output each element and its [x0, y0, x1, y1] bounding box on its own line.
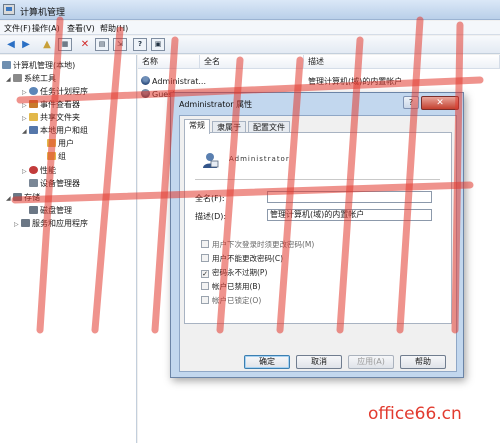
- tree-item-device-manager[interactable]: 设备管理器: [29, 178, 80, 189]
- expand-arrow-icon[interactable]: ▷: [22, 166, 29, 177]
- general-tab-panel: Administrator 全名(F): 描述(D): 管理计算机(域)的内置帐…: [184, 132, 452, 324]
- collapse-arrow-icon[interactable]: ◢: [6, 74, 13, 85]
- console-icon[interactable]: ▣: [151, 38, 165, 51]
- back-icon[interactable]: ◀: [4, 38, 18, 51]
- menu-file[interactable]: 文件(F): [4, 23, 31, 34]
- computer-icon: [2, 61, 11, 69]
- delete-icon[interactable]: ✕: [78, 38, 92, 51]
- show-hide-tree-icon[interactable]: ▦: [58, 38, 72, 51]
- checkbox-account-locked: 帐户已锁定(O): [201, 296, 261, 306]
- users-icon: [29, 126, 38, 134]
- dialog-help-button[interactable]: ?: [403, 96, 419, 109]
- navigation-tree: 计算机管理(本地) ◢ 系统工具 ▷ 任务计划程序 ▷ 事件查看器 ▷ 共享文件夹 ◢ 本…: [0, 55, 137, 443]
- log-icon: [29, 100, 38, 108]
- menu-help[interactable]: 帮助(H): [100, 23, 128, 34]
- title-bar: 计算机管理: [0, 0, 500, 20]
- checkbox-unchecked-icon[interactable]: [201, 282, 209, 290]
- dialog-body: 常规 隶属于 配置文件 Administrator 全名(F): 描述(D): …: [179, 115, 457, 372]
- tree-item-task-scheduler[interactable]: ▷ 任务计划程序: [22, 86, 88, 97]
- dialog-title: Administrator 属性: [179, 100, 253, 109]
- expand-arrow-icon[interactable]: ▷: [22, 87, 29, 98]
- user-account-icon: [203, 153, 219, 168]
- expand-arrow-icon[interactable]: ▷: [14, 219, 21, 230]
- checkbox-checked-icon[interactable]: ✓: [201, 270, 209, 278]
- row-name: Administrat...: [152, 77, 206, 86]
- folder-icon: [47, 139, 56, 147]
- properties-icon[interactable]: ▤: [95, 38, 109, 51]
- checkbox-password-never-expires[interactable]: ✓ 密码永不过期(P): [201, 268, 267, 278]
- tools-icon: [13, 74, 22, 82]
- tree-item-event-viewer[interactable]: ▷ 事件查看器: [22, 99, 80, 110]
- device-icon: [29, 179, 38, 187]
- description-input[interactable]: 管理计算机(域)的内置帐户: [267, 209, 432, 221]
- toolbar: ◀ ▶ ▲ ▦ ✕ ▤ ⇲ ? ▣: [0, 36, 500, 54]
- help-icon[interactable]: ?: [133, 38, 147, 51]
- description-label: 描述(D):: [195, 212, 227, 221]
- checkbox-unchecked-icon: [201, 240, 209, 248]
- tree-item-storage[interactable]: ◢ 存储: [6, 192, 40, 203]
- computer-management-icon: [3, 4, 15, 15]
- ok-button[interactable]: 确定: [244, 355, 290, 369]
- checkbox-change-password-next-logon: 用户下次登录时须更改密码(M): [201, 240, 314, 250]
- dialog-close-button[interactable]: ✕: [421, 96, 459, 110]
- checkbox-account-disabled[interactable]: 帐户已禁用(B): [201, 282, 261, 292]
- tree-item-system-tools[interactable]: ◢ 系统工具: [6, 73, 56, 84]
- tab-strip: 常规 隶属于 配置文件: [180, 119, 458, 134]
- fullname-input[interactable]: [267, 191, 432, 203]
- tree-item-groups[interactable]: 组: [47, 151, 66, 162]
- storage-icon: [13, 193, 22, 201]
- tree-item-performance[interactable]: ▷ 性能: [22, 165, 56, 176]
- folder-icon: [47, 152, 56, 160]
- account-username: Administrator: [229, 155, 290, 163]
- menu-bar: 文件(F) 操作(A) 查看(V) 帮助(H): [0, 21, 500, 35]
- tree-item-computer-management[interactable]: 计算机管理(本地): [2, 60, 75, 71]
- cancel-button[interactable]: 取消: [296, 355, 342, 369]
- administrator-properties-dialog: Administrator 属性 ? ✕ 常规 隶属于 配置文件 Adminis…: [170, 92, 464, 378]
- tree-item-services-apps[interactable]: ▷ 服务和应用程序: [14, 218, 88, 229]
- checkbox-cannot-change-password[interactable]: 用户不能更改密码(C): [201, 254, 283, 264]
- user-icon: [141, 76, 150, 85]
- performance-icon: [29, 166, 38, 174]
- folder-icon: [29, 113, 38, 121]
- forward-icon[interactable]: ▶: [19, 38, 33, 51]
- window-title: 计算机管理: [20, 8, 66, 18]
- disk-icon: [29, 206, 38, 214]
- expand-arrow-icon[interactable]: ▷: [22, 113, 29, 124]
- menu-action[interactable]: 操作(A): [32, 23, 60, 34]
- row-description: 管理计算机(域)的内置帐户: [308, 77, 403, 86]
- collapse-arrow-icon[interactable]: ◢: [6, 193, 13, 204]
- checkbox-unchecked-icon[interactable]: [201, 254, 209, 262]
- tree-item-users[interactable]: 用户: [47, 138, 74, 149]
- fullname-label: 全名(F):: [195, 194, 225, 203]
- divider: [195, 179, 440, 180]
- column-header-fullname[interactable]: 全名: [200, 55, 304, 69]
- up-folder-icon[interactable]: ▲: [40, 38, 54, 51]
- clock-icon: [29, 87, 38, 95]
- tree-item-disk-management[interactable]: 磁盘管理: [29, 205, 72, 216]
- checkbox-unchecked-icon: [201, 296, 209, 304]
- tree-item-shared-folders[interactable]: ▷ 共享文件夹: [22, 112, 80, 123]
- user-icon: [141, 89, 150, 98]
- expand-arrow-icon[interactable]: ▷: [22, 100, 29, 111]
- export-list-icon[interactable]: ⇲: [113, 38, 127, 51]
- column-header-name[interactable]: 名称: [138, 55, 200, 69]
- help-button[interactable]: 帮助: [400, 355, 446, 369]
- services-icon: [21, 219, 30, 227]
- tab-general[interactable]: 常规: [184, 119, 210, 134]
- apply-button[interactable]: 应用(A): [348, 355, 394, 369]
- menu-view[interactable]: 查看(V): [67, 23, 95, 34]
- tree-item-local-users-groups[interactable]: ◢ 本地用户和组: [22, 125, 88, 136]
- column-header-description[interactable]: 描述: [304, 55, 500, 69]
- table-row[interactable]: Administrat... 管理计算机(域)的内置帐户: [141, 76, 496, 87]
- collapse-arrow-icon[interactable]: ◢: [22, 126, 29, 137]
